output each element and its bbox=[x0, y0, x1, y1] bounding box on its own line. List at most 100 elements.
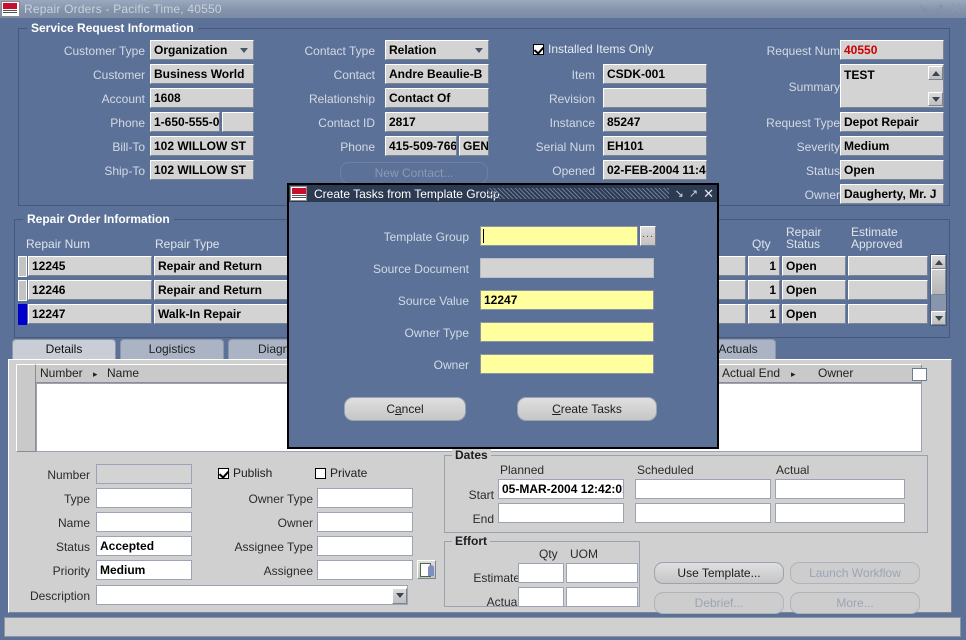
customer-type-field[interactable]: Organization bbox=[150, 40, 254, 60]
repair-num-cell[interactable]: 12246 bbox=[28, 280, 152, 300]
repair-status-cell[interactable]: Open bbox=[782, 256, 846, 276]
sr-status-field[interactable]: Open bbox=[840, 160, 944, 180]
use-template-button[interactable]: Use Template... bbox=[654, 562, 784, 584]
bill-to-field[interactable]: 102 WILLOW ST bbox=[150, 136, 254, 156]
close-icon[interactable]: ✕ bbox=[950, 1, 962, 15]
task-status-field[interactable]: Accepted bbox=[96, 536, 192, 556]
request-type-field[interactable]: Depot Repair bbox=[840, 112, 944, 132]
repair-num-cell[interactable]: 12247 bbox=[28, 304, 152, 324]
col-header-repair-status-line2: Status bbox=[786, 237, 821, 251]
minimize-icon[interactable]: ↘ bbox=[918, 1, 928, 15]
publish-checkbox[interactable]: Publish bbox=[218, 466, 272, 480]
ship-to-field[interactable]: 102 WILLOW ST bbox=[150, 160, 254, 180]
dialog-close-icon[interactable]: ✕ bbox=[703, 186, 714, 202]
repair-scroll-up-icon[interactable] bbox=[931, 255, 946, 269]
task-owner-field[interactable] bbox=[317, 512, 413, 532]
planned-end-field[interactable] bbox=[498, 503, 624, 523]
task-description-field[interactable] bbox=[96, 585, 408, 605]
severity-field[interactable]: Medium bbox=[840, 136, 944, 156]
installed-items-only-checkbox[interactable]: Installed Items Only bbox=[533, 42, 653, 56]
source-value-field[interactable]: 12247 bbox=[480, 290, 654, 310]
customer-field[interactable]: Business World bbox=[150, 64, 254, 84]
opened-field[interactable]: 02-FEB-2004 11:4 bbox=[603, 160, 707, 180]
grid-select-all-checkbox[interactable] bbox=[912, 368, 927, 381]
dialog-cancel-button[interactable]: Cancel bbox=[344, 397, 466, 421]
launch-workflow-button[interactable]: Launch Workflow bbox=[790, 562, 920, 584]
grid-col-name[interactable]: Name bbox=[107, 365, 139, 382]
task-assignee-type-field[interactable] bbox=[317, 536, 413, 556]
row-selector[interactable] bbox=[18, 280, 27, 301]
qty-cell[interactable]: 1 bbox=[748, 304, 780, 324]
summary-scroll-up-icon[interactable] bbox=[928, 66, 943, 80]
instance-field[interactable]: 85247 bbox=[603, 112, 707, 132]
sr-owner-field[interactable]: Daugherty, Mr. J bbox=[840, 184, 944, 204]
contact-id-field[interactable]: 2817 bbox=[385, 112, 489, 132]
more-button[interactable]: More... bbox=[790, 592, 920, 614]
task-priority-field[interactable]: Medium bbox=[96, 560, 192, 580]
template-group-field[interactable] bbox=[480, 226, 638, 246]
row-selector[interactable] bbox=[18, 256, 27, 277]
debrief-button[interactable]: Debrief... bbox=[654, 592, 784, 614]
private-checkbox[interactable]: Private bbox=[315, 466, 367, 480]
serial-num-field[interactable]: EH101 bbox=[603, 136, 707, 156]
actual-qty-field[interactable] bbox=[518, 587, 564, 607]
window-controls[interactable]: ↘ ↗ ✕ bbox=[918, 1, 962, 15]
repair-status-cell[interactable]: Open bbox=[782, 304, 846, 324]
template-group-lov-button[interactable]: ... bbox=[640, 226, 656, 246]
dialog-create-tasks-button[interactable]: Create Tasks bbox=[517, 397, 657, 421]
tab-logistics[interactable]: Logistics bbox=[120, 339, 224, 360]
new-contact-button[interactable]: New Contact... bbox=[340, 162, 488, 184]
phone-ext-field[interactable] bbox=[222, 112, 254, 132]
grid-col-number[interactable]: Number bbox=[40, 365, 83, 382]
repair-scroll-thumb[interactable] bbox=[931, 269, 946, 295]
contact-field[interactable]: Andre Beaulie-B bbox=[385, 64, 489, 84]
task-name-field[interactable] bbox=[96, 512, 192, 532]
qty-cell[interactable]: 1 bbox=[748, 280, 780, 300]
dialog-restore-icon[interactable]: ↗ bbox=[689, 187, 698, 200]
estimate-uom-field[interactable] bbox=[566, 563, 638, 583]
dialog-minimize-icon[interactable]: ↘ bbox=[675, 187, 684, 200]
severity-label: Severity bbox=[796, 140, 840, 154]
estimate-qty-field[interactable] bbox=[518, 563, 564, 583]
actual-uom-field[interactable] bbox=[566, 587, 638, 607]
dialog-owner-field[interactable] bbox=[480, 354, 654, 374]
request-num-field[interactable]: 40550 bbox=[840, 40, 944, 60]
scheduled-end-field[interactable] bbox=[635, 503, 771, 523]
repair-num-cell[interactable]: 12245 bbox=[28, 256, 152, 276]
restore-icon[interactable]: ↗ bbox=[934, 1, 944, 15]
contact-phone-type-field[interactable]: GEN bbox=[459, 136, 489, 156]
contact-type-field[interactable]: Relation bbox=[385, 40, 489, 60]
assignment-manager-icon[interactable] bbox=[417, 560, 436, 579]
task-assignee-field[interactable] bbox=[317, 560, 413, 580]
dialog-owner-type-field[interactable] bbox=[480, 322, 654, 342]
account-field[interactable]: 1608 bbox=[150, 88, 254, 108]
dates-row-start: Start bbox=[468, 488, 494, 502]
item-field[interactable]: CSDK-001 bbox=[603, 64, 707, 84]
task-number-field[interactable] bbox=[96, 464, 192, 484]
planned-start-field[interactable]: 05-MAR-2004 12:42:01 bbox=[498, 479, 624, 499]
grid-col-owner[interactable]: Owner bbox=[818, 365, 853, 382]
repair-status-cell[interactable]: Open bbox=[782, 280, 846, 300]
estimate-approved-cell[interactable] bbox=[848, 304, 928, 324]
estimate-approved-cell[interactable] bbox=[848, 280, 928, 300]
row-selector-current[interactable] bbox=[18, 304, 27, 325]
contact-phone-field[interactable]: 415-509-766 bbox=[385, 136, 457, 156]
dialog-window-controls[interactable]: ↘ ↗ ✕ bbox=[675, 185, 714, 202]
task-type-field[interactable] bbox=[96, 488, 192, 508]
qty-cell[interactable]: 1 bbox=[748, 256, 780, 276]
actual-end-field[interactable] bbox=[775, 503, 905, 523]
summary-scroll-down-icon[interactable] bbox=[928, 92, 943, 106]
estimate-approved-cell[interactable] bbox=[848, 256, 928, 276]
tab-details[interactable]: Details bbox=[12, 339, 116, 360]
grid-col-actual-end[interactable]: Actual End bbox=[722, 365, 780, 382]
actual-start-field[interactable] bbox=[775, 479, 905, 499]
relationship-field[interactable]: Contact Of bbox=[385, 88, 489, 108]
repair-scroll-down-icon[interactable] bbox=[931, 311, 946, 325]
source-document-field[interactable] bbox=[480, 258, 654, 278]
description-expand-icon[interactable] bbox=[392, 588, 407, 604]
revision-field[interactable] bbox=[603, 88, 707, 108]
task-owner-type-field[interactable] bbox=[317, 488, 413, 508]
scheduled-start-field[interactable] bbox=[635, 479, 771, 499]
phone-field[interactable]: 1-650-555-0 bbox=[150, 112, 220, 132]
instance-label: Instance bbox=[549, 116, 595, 130]
